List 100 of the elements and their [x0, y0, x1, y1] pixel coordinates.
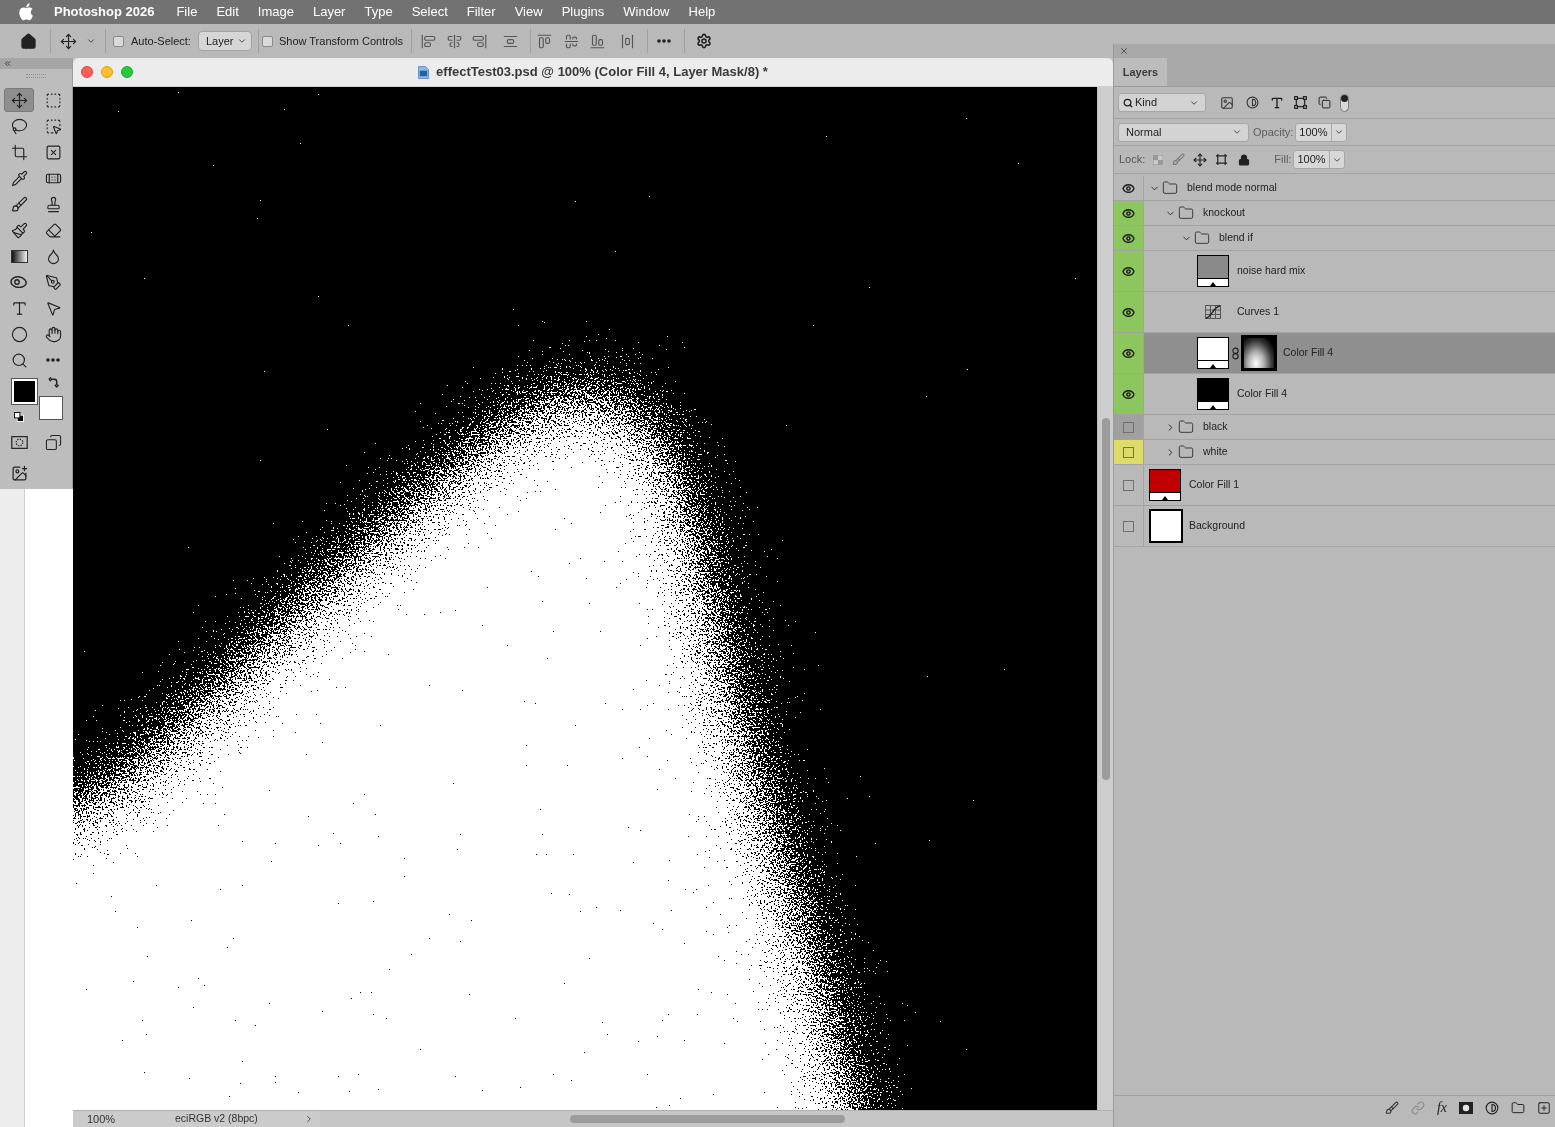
layer-name: black	[1203, 419, 1228, 435]
folder-icon	[1194, 230, 1210, 246]
smart-object-filter-icon[interactable]	[1318, 96, 1331, 109]
shape-filter-icon[interactable]	[1294, 96, 1307, 109]
menu-item[interactable]: View	[514, 2, 543, 22]
lock-label: Lock:	[1119, 152, 1146, 168]
zoom-field[interactable]: 100%	[73, 1110, 135, 1127]
type-filter-icon[interactable]	[1270, 95, 1284, 110]
filter-toggle[interactable]	[1340, 93, 1349, 112]
eye-icon[interactable]	[1122, 231, 1135, 245]
move-icon[interactable]	[60, 32, 77, 50]
close-button[interactable]	[81, 66, 93, 78]
layers-tab[interactable]: Layers	[1114, 58, 1167, 86]
layer-name: noise hard mix	[1237, 263, 1306, 279]
opacity-field[interactable]: 100%	[1295, 122, 1348, 142]
caret-icon	[1232, 127, 1242, 137]
checkbox-label[interactable]: Show Transform Controls	[278, 32, 404, 50]
layer-name: white	[1203, 444, 1228, 460]
menu-item[interactable]: Type	[364, 2, 393, 22]
menu-item[interactable]: Image	[257, 2, 294, 22]
horizontal-scrollbar[interactable]	[320, 1111, 1113, 1127]
add-layer-icon[interactable]	[1537, 1101, 1551, 1115]
menu-item[interactable]: Layer	[312, 2, 346, 22]
menu-item[interactable]: Select	[411, 2, 448, 22]
checkbox[interactable]	[261, 35, 273, 47]
blend-mode-select[interactable]: Normal	[1118, 122, 1249, 142]
image-filter-icon[interactable]	[1220, 95, 1234, 110]
visibility-box[interactable]	[1123, 520, 1134, 532]
align-middle-icon[interactable]	[564, 33, 580, 49]
caret-icon[interactable]	[86, 36, 96, 46]
blob-icon	[10, 275, 28, 289]
mask-thumbnail[interactable]	[1241, 335, 1277, 371]
mask-icon[interactable]	[1459, 1102, 1473, 1114]
apple-icon[interactable]	[19, 3, 34, 21]
fill-field[interactable]: 100%	[1293, 150, 1346, 169]
document-title: effectTest03.psd @ 100% (Color Fill 4, Layer Mask/8) *	[436, 63, 768, 82]
chain-link-icon[interactable]	[1232, 346, 1239, 360]
app-name[interactable]: Photoshop 2026	[54, 2, 155, 22]
eye-icon[interactable]	[1122, 206, 1135, 220]
menu-item[interactable]: File	[176, 2, 198, 22]
collapse-icon[interactable]	[3, 59, 12, 68]
eye-icon[interactable]	[1122, 264, 1135, 278]
grip-icon[interactable]	[26, 74, 46, 78]
eye-icon[interactable]	[1122, 346, 1135, 360]
checkerboard-icon[interactable]	[1153, 154, 1164, 165]
fill-label: Fill:	[1274, 152, 1292, 168]
object-select-icon	[44, 117, 62, 135]
chevron-right-icon[interactable]	[304, 1114, 314, 1124]
target-select[interactable]: Layer	[197, 31, 252, 51]
folder-icon	[1162, 180, 1178, 196]
close-icon[interactable]	[1119, 46, 1129, 56]
frame-icon	[44, 143, 62, 161]
brush-icon[interactable]	[1384, 1101, 1399, 1115]
effects-button[interactable]: fx	[1436, 1101, 1447, 1115]
home-icon[interactable]	[20, 32, 37, 50]
background-color-swatch[interactable]	[39, 396, 63, 420]
default-colors-icon[interactable]	[14, 412, 24, 422]
checkbox[interactable]	[113, 35, 124, 47]
swap-arrow-icon[interactable]	[48, 377, 59, 388]
align-top-icon[interactable]	[537, 33, 553, 49]
contrast-filter-icon[interactable]	[1246, 96, 1259, 109]
lasso-icon	[10, 117, 28, 135]
distribute-horizontal-icon[interactable]	[620, 33, 636, 49]
foreground-color-swatch[interactable]	[12, 379, 37, 404]
pen-icon	[44, 273, 62, 291]
distribute-vertical-icon[interactable]	[503, 33, 519, 49]
visibility-box[interactable]	[1123, 479, 1134, 491]
more-icon[interactable]	[657, 39, 672, 43]
lock-icon[interactable]	[1238, 153, 1251, 166]
type-icon	[10, 299, 28, 317]
folder-icon[interactable]	[1511, 1101, 1525, 1115]
eye-icon[interactable]	[1122, 181, 1135, 195]
layer-row[interactable]: Color Fill 4	[1144, 333, 1555, 373]
scrollbar-thumb[interactable]	[570, 1115, 845, 1123]
artboard-icon[interactable]	[1215, 153, 1229, 166]
menu-item[interactable]: Filter	[466, 2, 496, 22]
tool-button[interactable]	[4, 88, 34, 112]
align-center-icon[interactable]	[447, 33, 463, 49]
align-right-icon[interactable]	[472, 33, 488, 49]
align-bottom-icon[interactable]	[590, 33, 606, 49]
eye-icon[interactable]	[1122, 305, 1135, 319]
kind-filter-select[interactable]: Kind	[1118, 93, 1206, 112]
scrollbar-thumb[interactable]	[1101, 418, 1110, 780]
layer-name: Color Fill 1	[1189, 477, 1240, 493]
align-left-icon[interactable]	[421, 33, 437, 49]
folder-icon	[1178, 444, 1194, 460]
menu-item[interactable]: Help	[688, 2, 716, 22]
adjustment-icon[interactable]	[1485, 1101, 1499, 1115]
menu-item[interactable]: Plugins	[561, 2, 605, 22]
checkbox-label[interactable]: Auto-Select:	[131, 32, 191, 50]
crop-icon	[10, 143, 28, 161]
vertical-scrollbar[interactable]	[1097, 87, 1113, 1110]
eye-icon[interactable]	[1122, 387, 1135, 401]
move-icon[interactable]	[1193, 152, 1208, 167]
menu-item[interactable]: Edit	[216, 2, 239, 22]
curves-icon	[1205, 305, 1221, 319]
settings-icon[interactable]	[696, 33, 713, 49]
menu-item[interactable]: Window	[623, 2, 670, 22]
visibility-box[interactable]	[1123, 446, 1134, 458]
eyedropper-icon	[10, 169, 28, 187]
